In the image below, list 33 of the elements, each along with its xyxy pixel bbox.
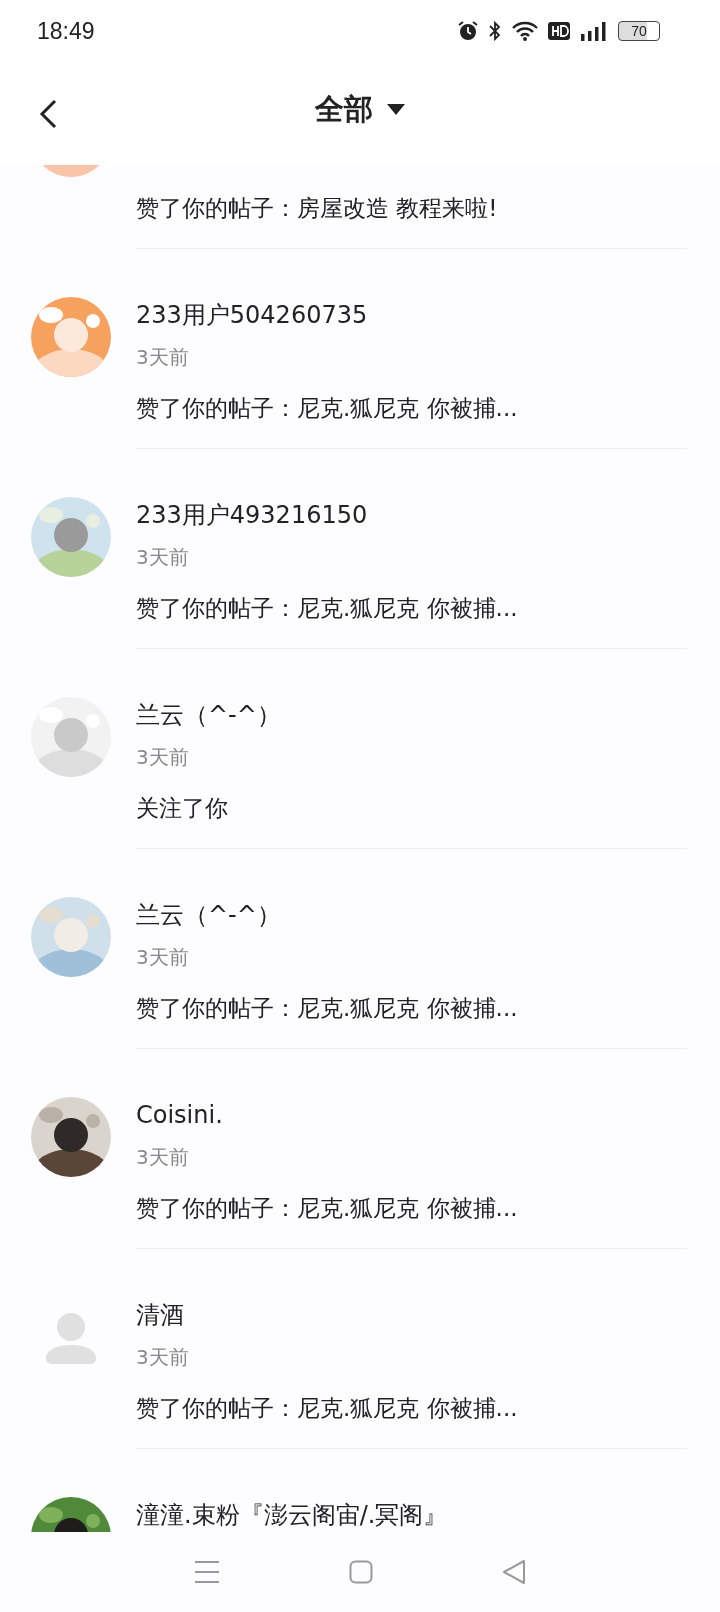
user-name[interactable]: 兰云（^-^） xyxy=(136,897,687,933)
hd-icon xyxy=(548,22,570,40)
time-ago: 3天前 xyxy=(136,744,190,771)
notification-message[interactable]: 赞了你的帖子：房屋改造 教程来啦! xyxy=(136,190,687,226)
notification-message[interactable]: 赞了你的帖子：尼克.狐尼克 你被捕... xyxy=(136,990,687,1026)
user-name[interactable]: 233用户504260735 xyxy=(136,297,687,333)
notification-message[interactable]: 关注了你 xyxy=(136,790,687,826)
wifi-icon xyxy=(511,20,539,42)
signal-icon xyxy=(579,20,609,42)
notification-message[interactable]: 赞了你的帖子：尼克.狐尼克 你被捕... xyxy=(136,390,687,426)
time-ago: 3天前 xyxy=(136,1144,190,1171)
notification-message[interactable]: 赞了你的帖子：尼克.狐尼克 你被捕... xyxy=(136,1390,687,1426)
user-name[interactable]: 233用户493216150 xyxy=(136,497,687,533)
dropdown-caret-icon[interactable] xyxy=(387,103,405,116)
user-name[interactable]: 清酒 xyxy=(136,1297,687,1333)
notification-message[interactable]: 赞了你的帖子：尼克.狐尼克 你被捕... xyxy=(136,590,687,626)
time-ago: 3天前 xyxy=(136,544,190,571)
user-name[interactable]: 兰云（^-^） xyxy=(136,697,687,733)
notification-message[interactable]: 赞了你的帖子：尼克.狐尼克 你被捕... xyxy=(136,1190,687,1226)
battery-icon: 70 xyxy=(618,21,660,41)
user-name[interactable]: 潼潼.束粉『澎云阁宙/.冥阁』 xyxy=(136,1497,687,1532)
menu-icon[interactable] xyxy=(194,1560,221,1584)
home-icon[interactable] xyxy=(349,1560,373,1584)
back-icon[interactable] xyxy=(38,98,58,130)
back-nav-icon[interactable] xyxy=(501,1559,526,1585)
user-name[interactable]: Coisini. xyxy=(136,1097,687,1133)
bluetooth-icon xyxy=(488,20,502,42)
time-ago: 3天前 xyxy=(136,1344,190,1371)
time-ago: 3天前 xyxy=(136,944,190,971)
clock-time: 18:49 xyxy=(37,17,95,45)
time-ago: 3天前 xyxy=(136,344,190,371)
filter-title[interactable]: 全部 xyxy=(315,89,373,130)
alarm-icon xyxy=(457,20,479,42)
